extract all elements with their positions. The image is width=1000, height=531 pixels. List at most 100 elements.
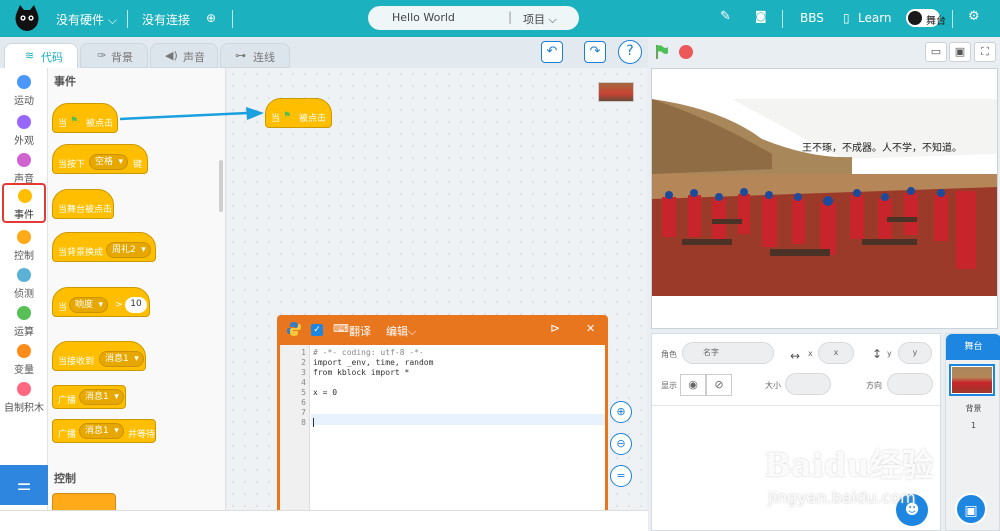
- message-dropdown[interactable]: 消息1: [99, 351, 144, 367]
- book-icon: ▯: [843, 11, 850, 25]
- category-motion[interactable]: 运动: [0, 71, 48, 111]
- checkbox-icon[interactable]: ✓: [311, 324, 323, 336]
- redo-button[interactable]: ↷: [584, 41, 606, 63]
- stage-panel-title[interactable]: 舞台: [946, 334, 1000, 360]
- current-line-highlight: [311, 414, 605, 425]
- size-label: 大小: [765, 381, 781, 390]
- baidu-watermark-url: jingyan.baidu.com: [768, 488, 916, 507]
- tab-sound[interactable]: ◀) 声音: [150, 43, 218, 68]
- code-area[interactable]: 1 2 3 4 5 6 7 8 # -*- coding: utf-8 -*- …: [280, 345, 605, 531]
- zoom-out-button[interactable]: ⊖: [610, 433, 632, 455]
- terminal-icon: ⌨: [333, 322, 349, 335]
- category-looks[interactable]: 外观: [0, 111, 48, 151]
- globe-icon[interactable]: ⊕: [206, 11, 216, 25]
- stage-toggle-label: 舞台: [926, 16, 946, 27]
- drag-arrow: [119, 107, 264, 121]
- horizontal-arrow-icon: ↔: [790, 349, 801, 363]
- block-when-flag-clicked[interactable]: 当 ⚑ 被点击: [52, 103, 118, 133]
- palette-scrollbar[interactable]: [219, 160, 223, 212]
- add-extension-button[interactable]: ⚌: [0, 465, 48, 505]
- wiring-icon: ⊶: [235, 49, 246, 62]
- show-label: 显示: [661, 381, 677, 390]
- close-icon[interactable]: ✕: [586, 322, 595, 335]
- connection-menu[interactable]: 没有连接: [142, 11, 190, 28]
- add-backdrop-button[interactable]: ▣: [955, 493, 987, 525]
- category-operators[interactable]: 运算: [0, 302, 48, 342]
- backdrop-dropdown[interactable]: 周礼2: [106, 242, 151, 258]
- python-editor-window: ✓ ⌨ 翻译 编辑⌵ ⊳ ✕ 1 2 3 4 5 6 7 8 # -*- cod…: [277, 315, 608, 531]
- x-input[interactable]: x: [818, 342, 854, 364]
- direction-label: 方向: [866, 381, 882, 390]
- message-dropdown[interactable]: 消息1: [79, 389, 124, 405]
- line-number: 7: [301, 408, 306, 417]
- block-text: 并等待: [128, 430, 156, 440]
- hardware-menu[interactable]: 没有硬件 ⌵: [56, 11, 117, 28]
- role-label: 角色: [661, 350, 677, 359]
- zoom-in-button[interactable]: ⊕: [610, 401, 632, 423]
- category-dot: [17, 268, 31, 282]
- y-input[interactable]: y: [898, 342, 932, 364]
- bbs-link[interactable]: BBS: [800, 11, 824, 25]
- key-dropdown[interactable]: 空格: [89, 154, 129, 170]
- project-menu[interactable]: 项目 ⌵: [523, 11, 557, 27]
- block-text: 当背景换成: [58, 248, 104, 258]
- size-input[interactable]: [785, 373, 831, 395]
- block-text: 当接收到: [58, 357, 95, 367]
- project-name[interactable]: Hello World: [392, 11, 455, 24]
- workspace-block-when-flag-clicked[interactable]: 当 ⚑ 被点击: [265, 98, 332, 128]
- stage[interactable]: 王不琢，不成器。人不学，不知道。: [651, 68, 998, 329]
- sprite-name-input[interactable]: 名字: [682, 342, 774, 364]
- category-sensing[interactable]: 侦测: [0, 264, 48, 304]
- camera-icon[interactable]: ◙: [755, 9, 767, 23]
- block-text: 广播: [58, 396, 77, 406]
- message-dropdown[interactable]: 消息1: [79, 423, 124, 439]
- fullscreen-icon[interactable]: ⛶: [974, 42, 996, 62]
- block-when-backdrop-switches[interactable]: 当背景换成 周礼2: [52, 232, 156, 262]
- category-dot: [17, 153, 31, 167]
- category-dot: [17, 230, 31, 244]
- run-icon[interactable]: ⊳: [550, 321, 560, 335]
- direction-input[interactable]: [887, 373, 933, 395]
- block-when-stage-clicked[interactable]: 当舞台被点击: [52, 189, 114, 219]
- gear-icon[interactable]: ⚙: [968, 9, 980, 24]
- block-broadcast-and-wait[interactable]: 广播 消息1 并等待: [52, 419, 156, 443]
- line-number: 2: [301, 358, 306, 367]
- category-my-blocks[interactable]: 自制积木: [0, 378, 48, 418]
- translate-button[interactable]: 翻译: [349, 323, 371, 339]
- category-events[interactable]: 事件: [2, 183, 46, 223]
- section-title-control: 控制: [54, 472, 76, 485]
- tab-wiring[interactable]: ⊶ 连线: [220, 43, 290, 68]
- hide-sprite-eye-icon[interactable]: ⊘: [706, 374, 732, 396]
- large-stage-icon[interactable]: ▣: [949, 42, 971, 62]
- tab-code[interactable]: ≋ 代码: [4, 43, 78, 68]
- block-text: 当按下: [58, 160, 86, 170]
- code-icon: ≋: [25, 49, 35, 62]
- green-flag-icon[interactable]: [655, 44, 669, 60]
- loudness-dropdown[interactable]: 响度: [69, 297, 109, 313]
- loudness-input[interactable]: 10: [125, 297, 147, 313]
- stop-icon[interactable]: [679, 45, 693, 59]
- pen-icon[interactable]: ✎: [720, 9, 731, 24]
- tab-backdrop[interactable]: ✑ 背景: [80, 43, 148, 68]
- category-variables[interactable]: 变量: [0, 340, 48, 380]
- backdrop-thumbnail[interactable]: [949, 364, 995, 396]
- x-label: x: [808, 349, 813, 358]
- show-sprite-eye-icon[interactable]: ◉: [680, 374, 706, 396]
- edit-menu[interactable]: 编辑⌵: [386, 323, 416, 339]
- block-broadcast[interactable]: 广播 消息1: [52, 385, 126, 409]
- learn-link[interactable]: Learn: [858, 11, 892, 25]
- undo-button[interactable]: ↶: [541, 41, 563, 63]
- block-when-key-pressed[interactable]: 当按下 空格 键: [52, 144, 148, 174]
- project-menu-label: 项目: [523, 13, 545, 26]
- help-button[interactable]: ?: [618, 40, 642, 64]
- block-when-loudness[interactable]: 当 响度 > 10: [52, 287, 150, 317]
- small-stage-icon[interactable]: ▭: [925, 42, 947, 62]
- zoom-reset-button[interactable]: =: [610, 465, 632, 487]
- green-flag-icon: ⚑: [70, 116, 79, 126]
- category-dot: [17, 382, 31, 396]
- category-control[interactable]: 控制: [0, 226, 48, 266]
- block-when-receive[interactable]: 当接收到 消息1: [52, 341, 146, 371]
- block-text: 当: [58, 119, 68, 129]
- tab-backdrop-label: 背景: [111, 51, 133, 64]
- divider: [782, 10, 783, 28]
